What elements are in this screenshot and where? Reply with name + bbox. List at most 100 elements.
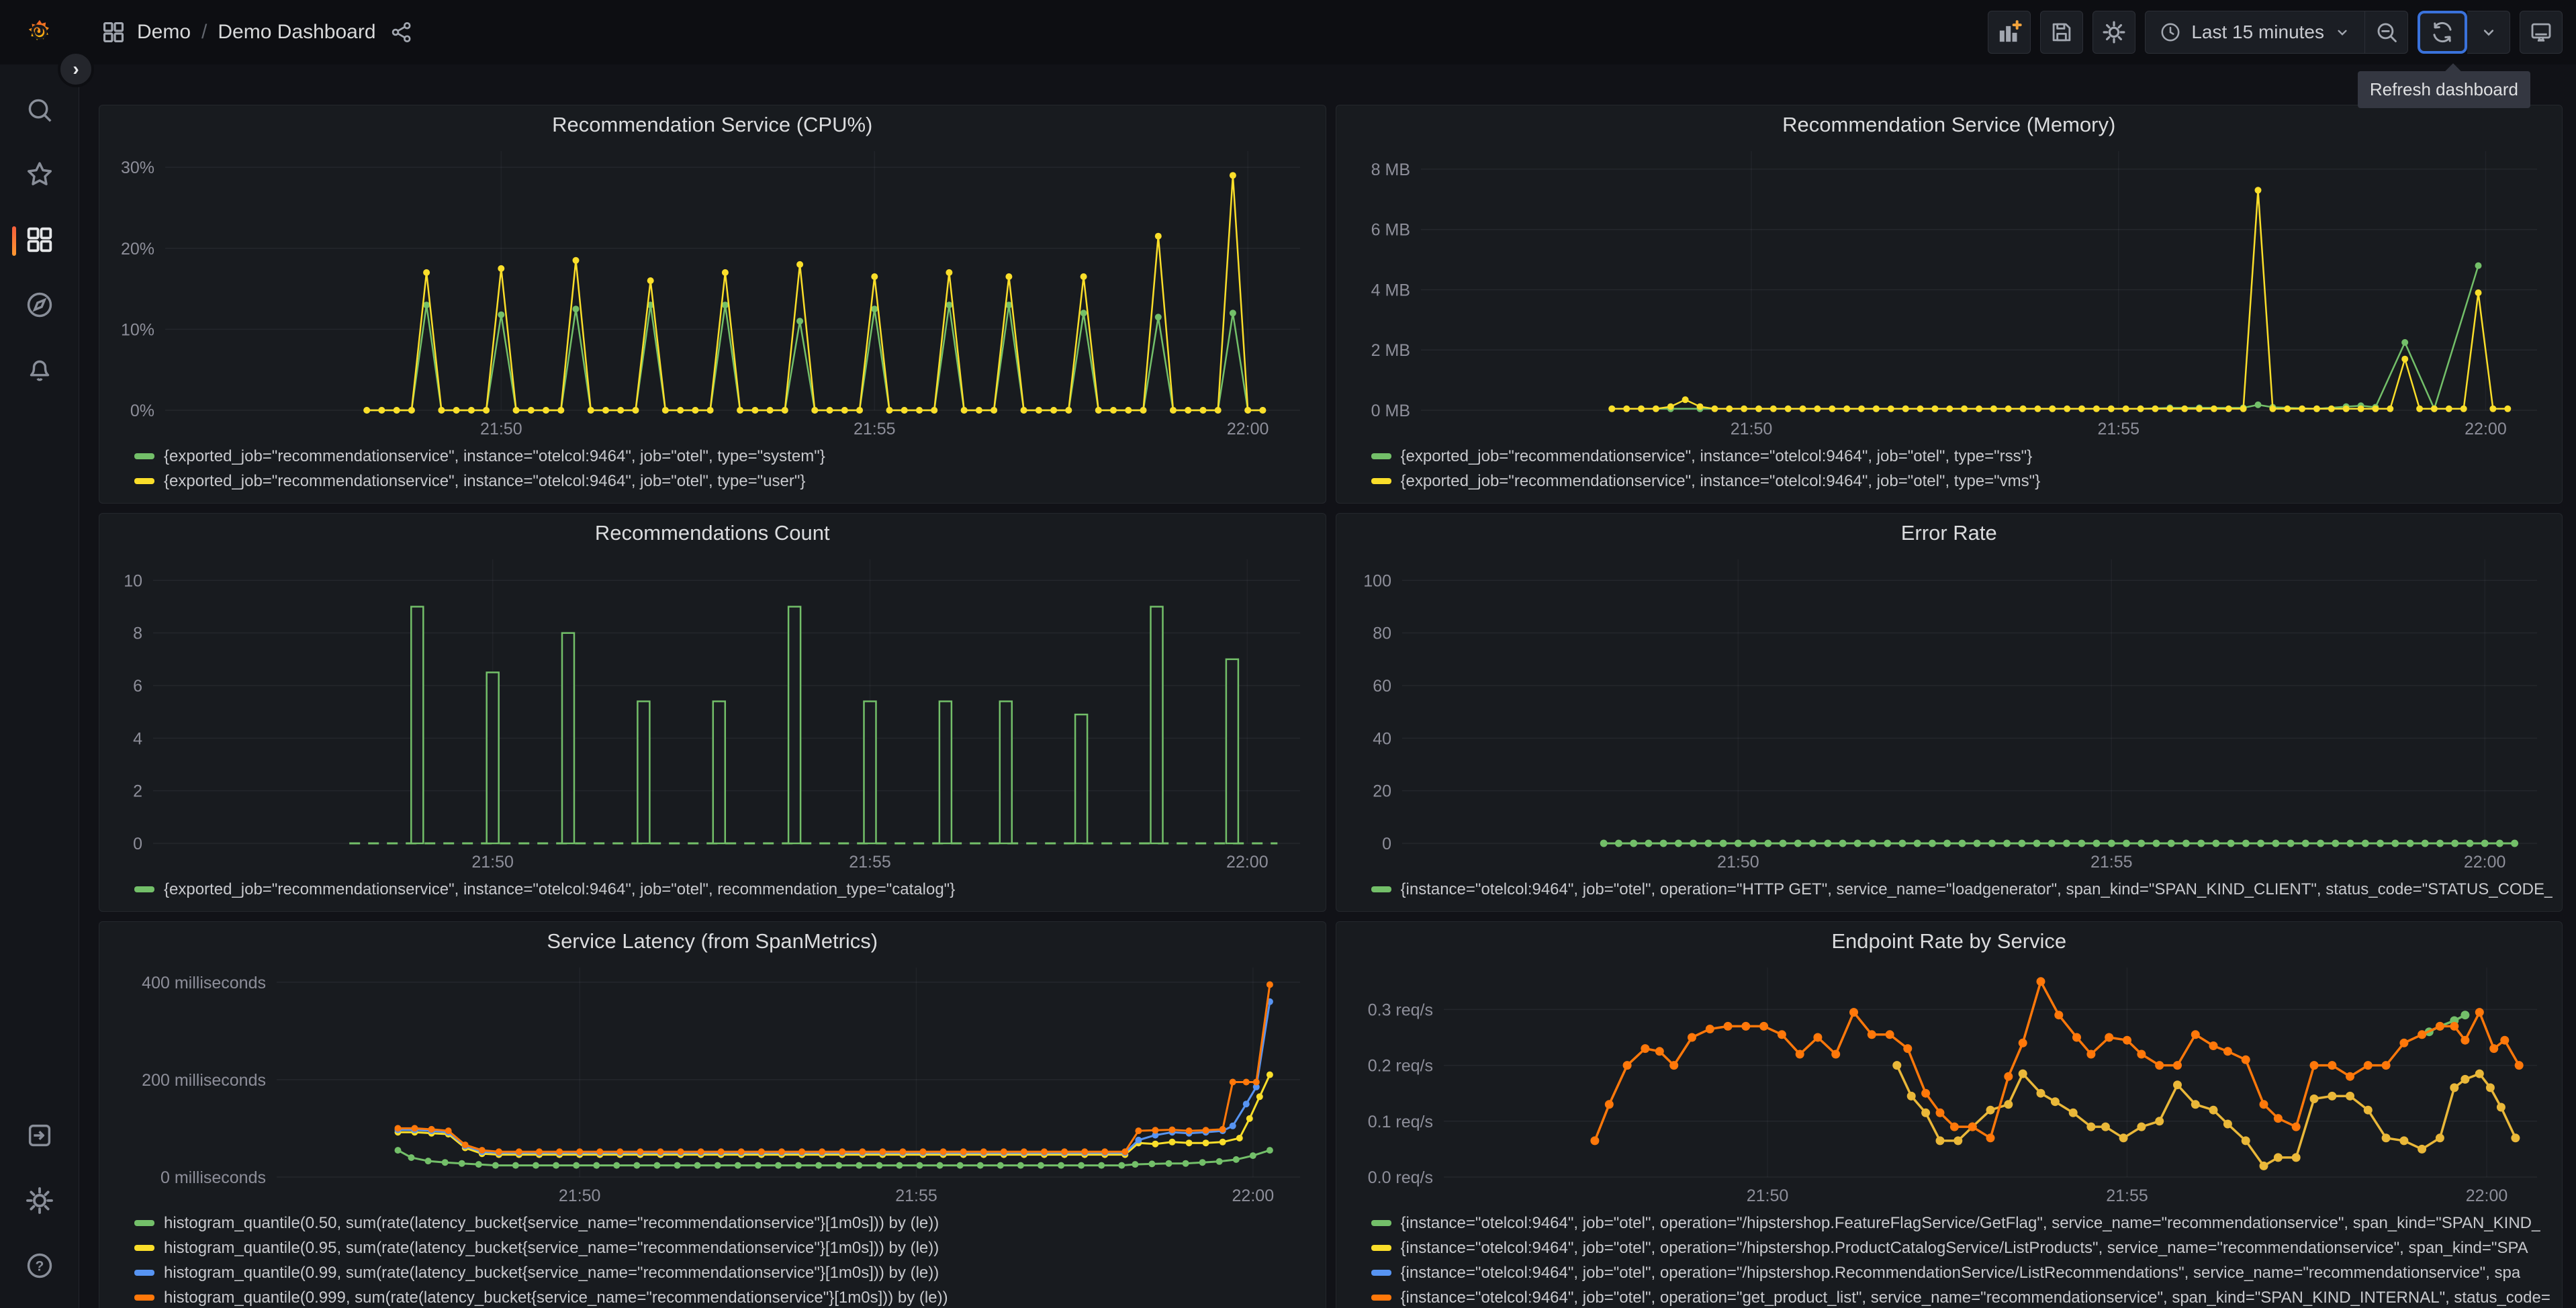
panel-title[interactable]: Recommendations Count (109, 519, 1316, 547)
svg-text:10%: 10% (121, 320, 154, 339)
memory-time-series-plot[interactable]: 0 MB 2 MB 4 MB 6 MB 8 MB 21:50 21:55 22:00 (1346, 139, 2553, 442)
legend-item[interactable]: {exported_job="recommendationservice", i… (134, 469, 1316, 494)
sidebar-item-sign-in[interactable] (0, 1115, 79, 1158)
count-bar-plot[interactable]: 0 2 4 6 8 10 21:50 21:55 22:00 (109, 547, 1316, 876)
breadcrumb-page[interactable]: Demo Dashboard (218, 21, 375, 44)
dashboard-settings-button[interactable] (2092, 11, 2136, 54)
svg-text:0.1 req/s: 0.1 req/s (1367, 1113, 1432, 1131)
time-range-picker[interactable]: Last 15 minutes (2145, 11, 2365, 54)
compass-icon (24, 289, 55, 324)
svg-text:22:00: 22:00 (1227, 420, 1269, 438)
bell-icon (24, 354, 55, 388)
share-icon[interactable] (389, 20, 414, 44)
panel-legend: {instance="otelcol:9464", job="otel", op… (1346, 1209, 2553, 1308)
save-dashboard-button[interactable] (2040, 11, 2084, 54)
panel-service-latency: Service Latency (from SpanMetrics) 0 mil… (99, 921, 1326, 1308)
svg-text:21:55: 21:55 (854, 420, 896, 438)
svg-text:2 MB: 2 MB (1371, 341, 1410, 360)
svg-text:6 MB: 6 MB (1371, 221, 1410, 240)
cpu-time-series-plot[interactable]: 0% 10% 20% 30% 21:50 21:55 22:00 (109, 139, 1316, 442)
panel-endpoint-rate: Endpoint Rate by Service 0.0 req/s 0.1 re… (1335, 921, 2563, 1308)
legend-item[interactable]: {exported_job="recommendationservice", i… (1371, 444, 2553, 469)
legend-item[interactable]: {exported_job="recommendationservice", i… (134, 444, 1316, 469)
series-color-chip (1371, 1295, 1391, 1301)
chevron-down-icon (2334, 24, 2351, 41)
svg-text:30%: 30% (121, 158, 154, 177)
sidebar-item-starred[interactable] (0, 154, 79, 197)
svg-text:21:50: 21:50 (480, 420, 522, 438)
panel-title[interactable]: Error Rate (1346, 519, 2553, 547)
legend-label: {exported_job="recommendationservice", i… (164, 447, 825, 465)
svg-text:0.2 req/s: 0.2 req/s (1367, 1057, 1432, 1076)
refresh-tooltip: Refresh dashboard (2357, 71, 2530, 108)
sidebar-item-settings[interactable] (0, 1180, 79, 1223)
legend-item[interactable]: histogram_quantile(0.99, sum(rate(latenc… (134, 1260, 1316, 1285)
legend-item[interactable]: histogram_quantile(0.95, sum(rate(latenc… (134, 1235, 1316, 1260)
active-indicator (12, 226, 16, 256)
svg-text:21:50: 21:50 (559, 1186, 601, 1205)
refresh-dashboard-button[interactable] (2418, 11, 2467, 54)
svg-text:8: 8 (133, 624, 142, 643)
legend-label: {exported_job="recommendationservice", i… (164, 471, 806, 490)
svg-text:4: 4 (133, 729, 142, 748)
panel-legend: {exported_job="recommendationservice", i… (109, 876, 1316, 906)
help-icon: ? (24, 1250, 55, 1284)
breadcrumb-section[interactable]: Demo (137, 21, 191, 44)
add-panel-button[interactable] (1988, 11, 2031, 54)
legend-item[interactable]: {exported_job="recommendationservice", i… (1371, 469, 2553, 494)
svg-text:22:00: 22:00 (1232, 1186, 1275, 1205)
sidebar: ? (0, 0, 79, 1308)
kiosk-mode-button[interactable] (2520, 11, 2563, 54)
sidebar-item-search[interactable] (0, 90, 79, 133)
svg-text:80: 80 (1373, 624, 1391, 643)
legend-item[interactable]: {instance="otelcol:9464", job="otel", op… (1371, 1235, 2553, 1260)
legend-label: {instance="otelcol:9464", job="otel", op… (1400, 1263, 2521, 1282)
sidebar-item-dashboards[interactable] (0, 220, 79, 263)
svg-text:0.0 req/s: 0.0 req/s (1367, 1168, 1432, 1187)
endpoint-rate-time-series-plot[interactable]: 0.0 req/s 0.1 req/s 0.2 req/s 0.3 req/s 21:5… (1346, 955, 2553, 1209)
sidebar-item-alerting[interactable] (0, 349, 79, 392)
legend-label: histogram_quantile(0.99, sum(rate(latenc… (164, 1263, 939, 1282)
series-color-chip (134, 453, 154, 459)
legend-item[interactable]: {instance="otelcol:9464", job="otel", op… (1371, 877, 2552, 902)
svg-text:0%: 0% (130, 402, 154, 420)
latency-time-series-plot[interactable]: 0 milliseconds 200 milliseconds 400 millis… (109, 955, 1316, 1209)
legend-item[interactable]: {exported_job="recommendationservice", i… (134, 877, 1316, 902)
legend-item[interactable]: {instance="otelcol:9464", job="otel", op… (1371, 1211, 2553, 1235)
legend-label: {instance="otelcol:9464", job="otel", op… (1400, 1238, 2528, 1257)
sidebar-expand-button[interactable]: › (58, 51, 94, 87)
series-color-chip (1371, 453, 1391, 459)
legend-item[interactable]: histogram_quantile(0.999, sum(rate(laten… (134, 1285, 1316, 1308)
svg-text:21:55: 21:55 (2106, 1186, 2148, 1205)
svg-text:40: 40 (1373, 729, 1391, 748)
series-color-chip (134, 1270, 154, 1276)
legend-label: histogram_quantile(0.50, sum(rate(latenc… (164, 1213, 939, 1232)
sign-in-icon (24, 1120, 55, 1154)
panel-title[interactable]: Recommendation Service (Memory) (1346, 111, 2553, 139)
svg-text:0 MB: 0 MB (1371, 402, 1410, 420)
legend-item[interactable]: {instance="otelcol:9464", job="otel", op… (1371, 1285, 2553, 1308)
panel-grid: Recommendation Service (CPU%) 0% 10% 20% 30… (79, 64, 2576, 1308)
svg-text:100: 100 (1363, 571, 1391, 590)
panel-title[interactable]: Service Latency (from SpanMetrics) (109, 927, 1316, 955)
svg-text:200 milliseconds: 200 milliseconds (142, 1071, 266, 1090)
legend-label: histogram_quantile(0.95, sum(rate(latenc… (164, 1238, 939, 1257)
series-color-chip (134, 478, 154, 484)
svg-text:21:50: 21:50 (471, 853, 514, 872)
sidebar-item-help[interactable]: ? (0, 1246, 79, 1289)
refresh-interval-dropdown[interactable] (2467, 11, 2510, 54)
clock-icon (2159, 21, 2182, 44)
panel-title[interactable]: Recommendation Service (CPU%) (109, 111, 1316, 139)
svg-text:22:00: 22:00 (2463, 853, 2505, 872)
sidebar-item-explore[interactable] (0, 285, 79, 328)
panel-title[interactable]: Endpoint Rate by Service (1346, 927, 2553, 955)
zoom-out-time-button[interactable] (2365, 11, 2408, 54)
panel-legend: {exported_job="recommendationservice", i… (1346, 442, 2553, 498)
error-rate-time-series-plot[interactable]: 0 20 40 60 80 100 21:50 21:55 22:00 (1346, 547, 2553, 876)
legend-item[interactable]: histogram_quantile(0.50, sum(rate(latenc… (134, 1211, 1316, 1235)
legend-item[interactable]: {instance="otelcol:9464", job="otel", op… (1371, 1260, 2553, 1285)
svg-text:0.3 req/s: 0.3 req/s (1367, 1000, 1432, 1019)
series-color-chip (134, 1245, 154, 1251)
gear-icon (2101, 19, 2127, 45)
svg-text:20%: 20% (121, 240, 154, 259)
